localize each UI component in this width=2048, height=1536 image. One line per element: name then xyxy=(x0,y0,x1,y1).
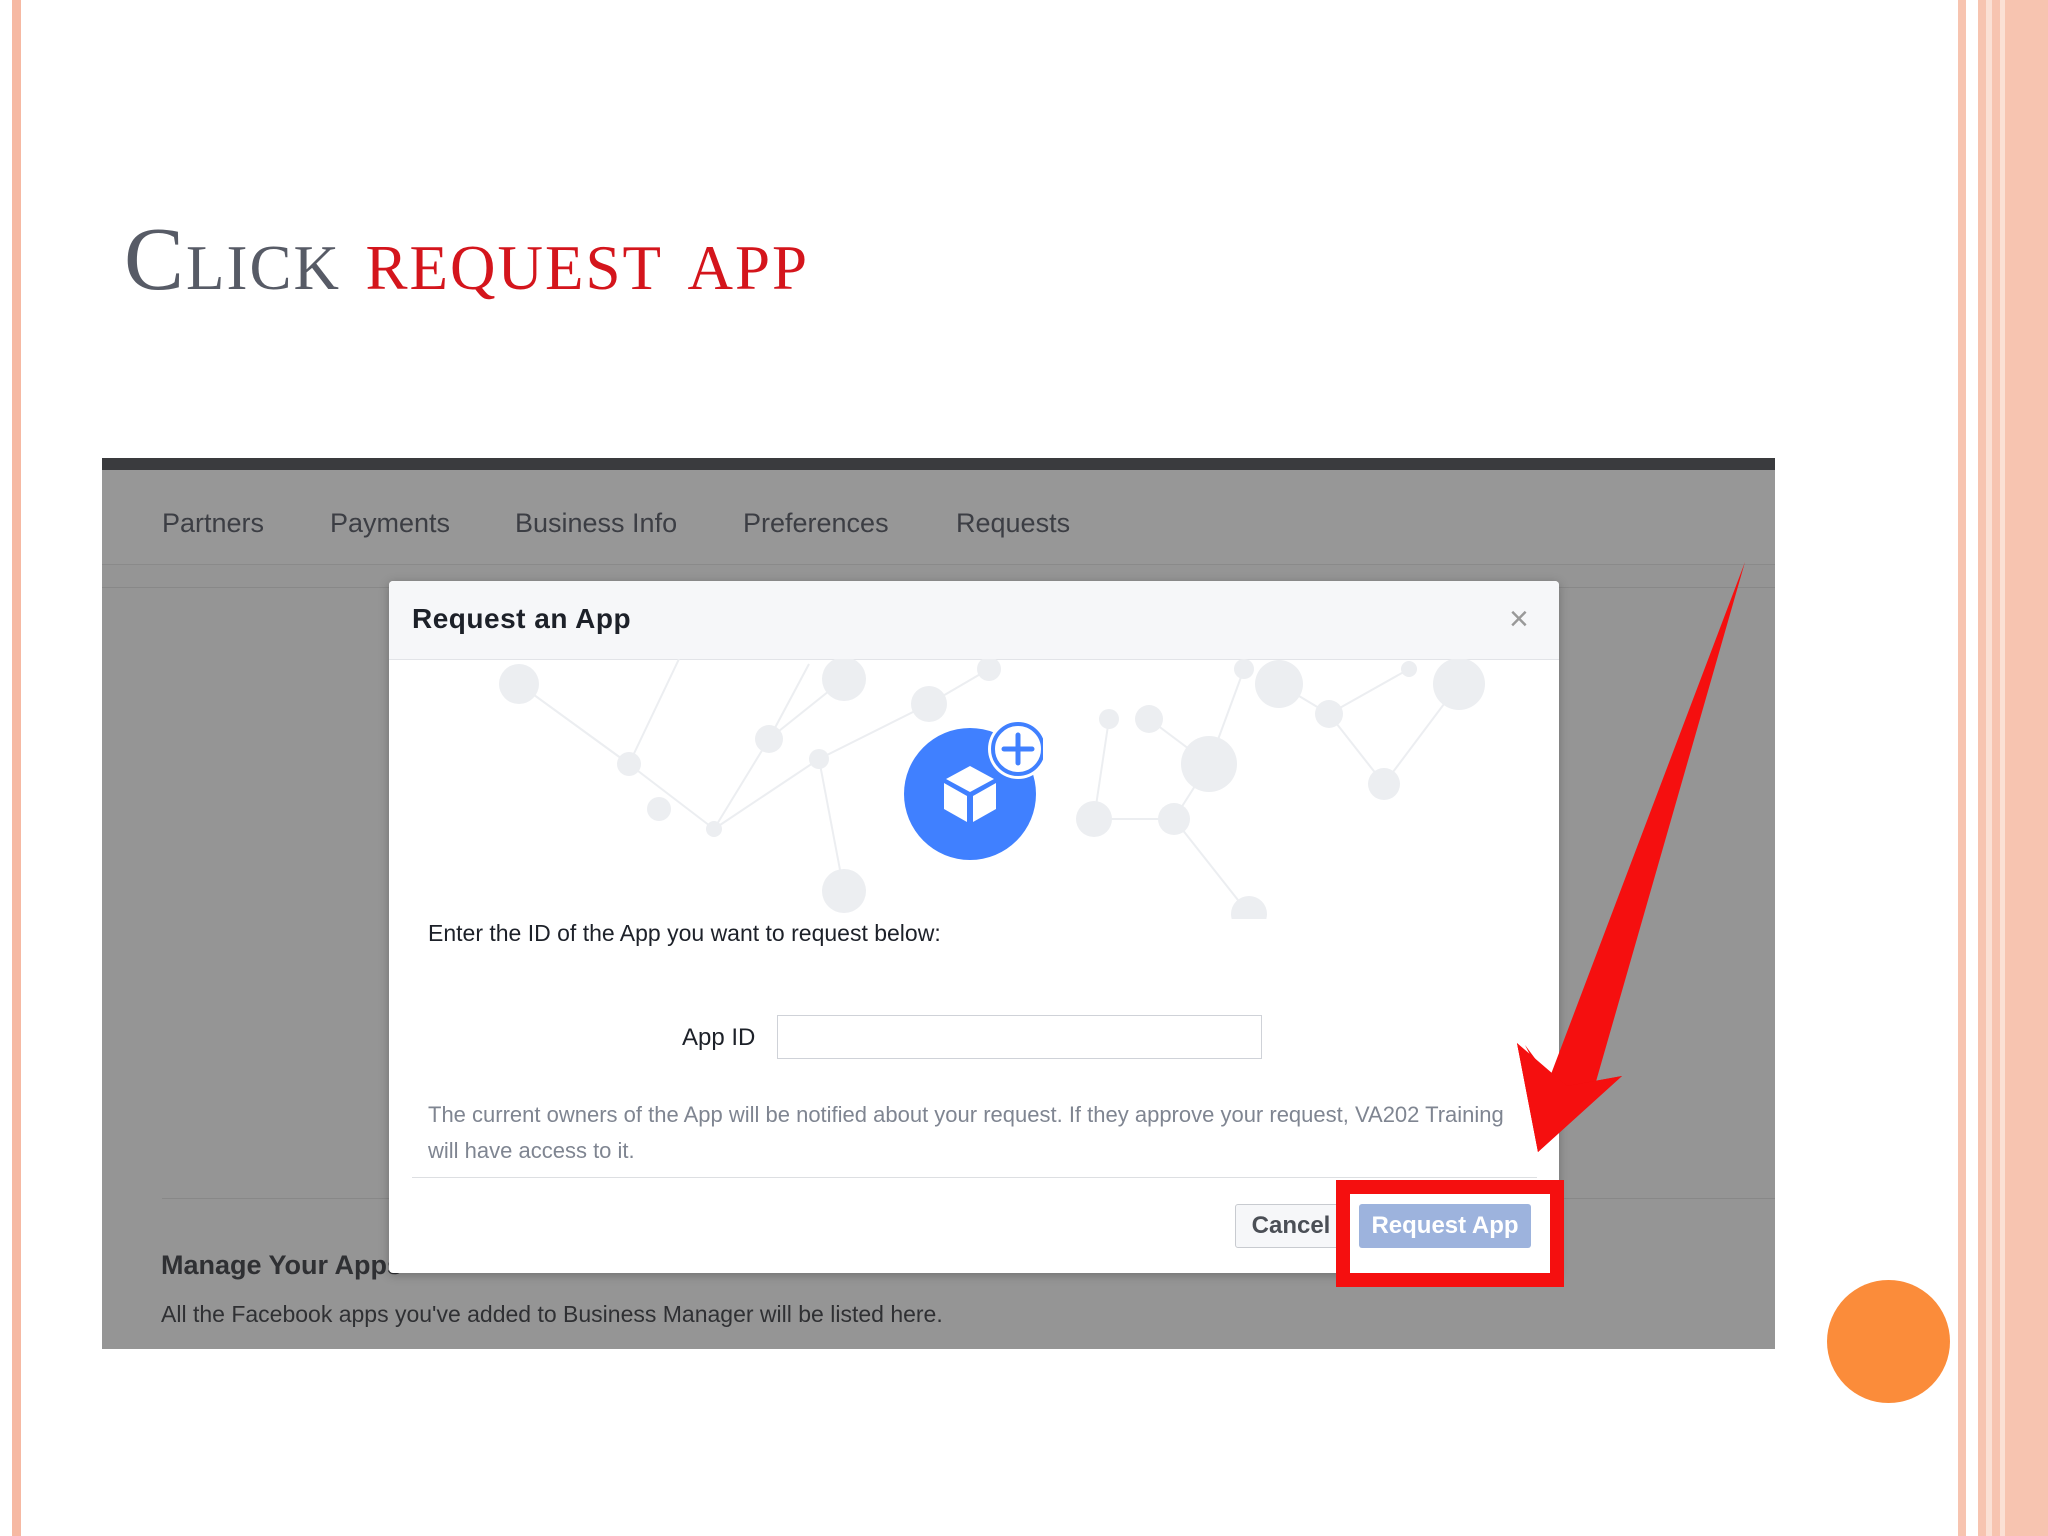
red-arrow-annotation xyxy=(1517,562,1745,1152)
